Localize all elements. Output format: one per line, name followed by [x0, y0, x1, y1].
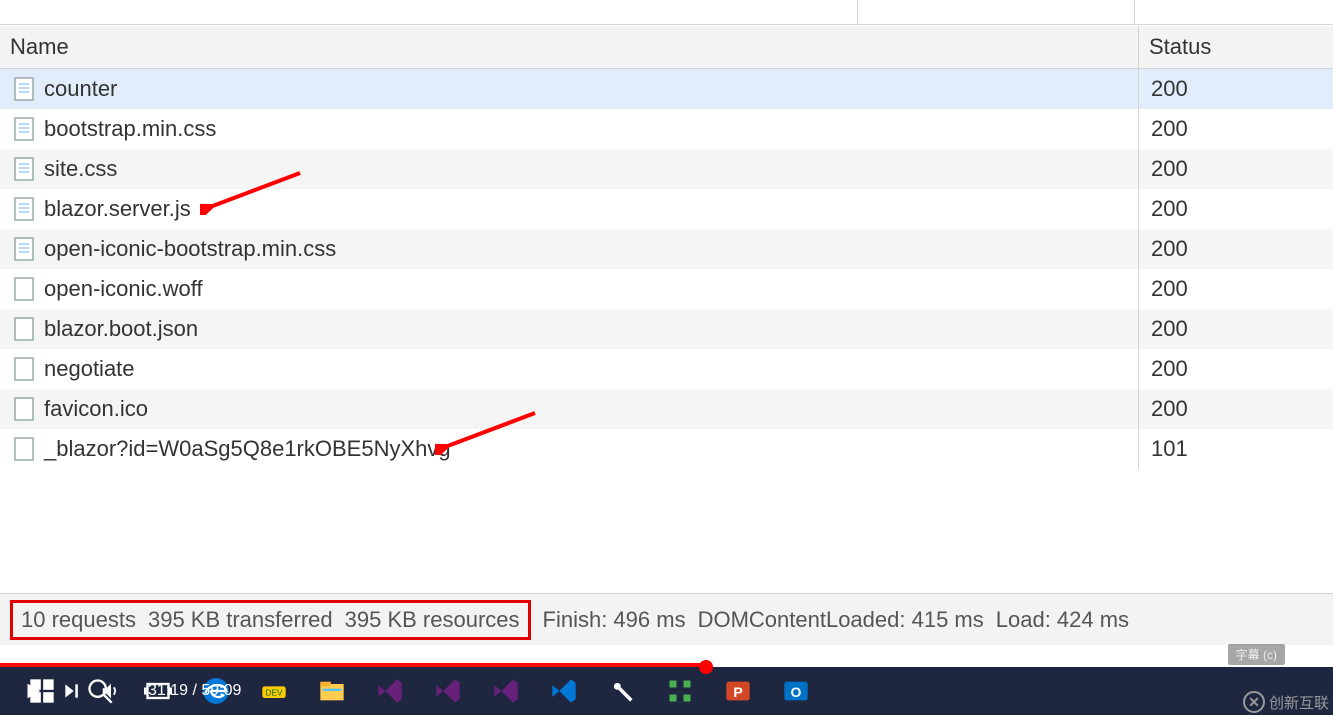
progress-knob[interactable] [699, 660, 713, 674]
file-icon [14, 117, 34, 141]
file-icon [14, 317, 34, 341]
request-name: blazor.boot.json [44, 316, 198, 342]
table-row[interactable]: blazor.server.js 200 [0, 189, 1333, 229]
progress-track[interactable] [0, 663, 1333, 667]
cell-name: bootstrap.min.css [0, 109, 1139, 149]
cell-status: 200 [1139, 316, 1333, 342]
watermark-icon: ✕ [1243, 691, 1265, 713]
summary-transferred: 395 KB transferred [148, 607, 333, 633]
tab-spacer [1135, 0, 1333, 24]
request-name: _blazor?id=W0aSg5Q8e1rkOBE5NyXhvg [44, 436, 451, 462]
file-icon [14, 397, 34, 421]
cell-status: 200 [1139, 76, 1333, 102]
request-name: open-iconic.woff [44, 276, 203, 302]
devtools-tab-strip [0, 0, 1333, 25]
next-button[interactable] [62, 681, 82, 701]
network-request-list: counter 200 bootstrap.min.css 200 site.css 20… [0, 69, 1333, 469]
cell-status: 200 [1139, 276, 1333, 302]
network-table-header: Name Status [0, 25, 1333, 69]
summary-resources: 395 KB resources [345, 607, 520, 633]
table-row[interactable]: open-iconic.woff 200 [0, 269, 1333, 309]
cell-name: counter [0, 69, 1139, 109]
request-name: counter [44, 76, 117, 102]
cell-name: open-iconic.woff [0, 269, 1139, 309]
cell-status: 200 [1139, 196, 1333, 222]
cell-status: 200 [1139, 236, 1333, 262]
watermark-text: 创新互联 [1269, 692, 1329, 713]
cell-status: 200 [1139, 156, 1333, 182]
request-name: favicon.ico [44, 396, 148, 422]
table-row[interactable]: blazor.boot.json 200 [0, 309, 1333, 349]
tab-spacer [0, 0, 858, 24]
column-header-status[interactable]: Status [1139, 26, 1333, 68]
request-name: bootstrap.min.css [44, 116, 216, 142]
table-row[interactable]: site.css 200 [0, 149, 1333, 189]
file-icon [14, 77, 34, 101]
highlight-box: 10 requests 395 KB transferred 395 KB re… [10, 600, 531, 640]
tab-spacer [858, 0, 1135, 24]
file-icon [14, 357, 34, 381]
file-icon [14, 237, 34, 261]
summary-finish: Finish: 496 ms [543, 607, 686, 633]
table-row[interactable]: favicon.ico 200 [0, 389, 1333, 429]
time-display: 31:19 / 59:09 [148, 682, 241, 700]
progress-fill [0, 663, 706, 667]
column-header-name[interactable]: Name [0, 26, 1139, 68]
file-icon [14, 277, 34, 301]
play-button[interactable] [22, 680, 44, 702]
cell-status: 200 [1139, 356, 1333, 382]
request-name: blazor.server.js [44, 196, 191, 222]
request-name: site.css [44, 156, 117, 182]
cell-name: blazor.server.js [0, 189, 1139, 229]
cell-name: negotiate [0, 349, 1139, 389]
cell-name: site.css [0, 149, 1139, 189]
cell-name: favicon.ico [0, 389, 1139, 429]
summary-load: Load: 424 ms [996, 607, 1129, 633]
cell-status: 200 [1139, 396, 1333, 422]
request-name: negotiate [44, 356, 135, 382]
cell-status: 101 [1139, 436, 1333, 462]
request-name: open-iconic-bootstrap.min.css [44, 236, 336, 262]
cell-status: 200 [1139, 116, 1333, 142]
table-row[interactable]: bootstrap.min.css 200 [0, 109, 1333, 149]
table-row[interactable]: negotiate 200 [0, 349, 1333, 389]
network-summary-bar: 10 requests 395 KB transferred 395 KB re… [0, 593, 1333, 645]
table-row[interactable]: _blazor?id=W0aSg5Q8e1rkOBE5NyXhvg 101 [0, 429, 1333, 469]
file-icon [14, 197, 34, 221]
table-row[interactable]: counter 200 [0, 69, 1333, 109]
summary-domcontentloaded: DOMContentLoaded: 415 ms [698, 607, 984, 633]
cell-name: blazor.boot.json [0, 309, 1139, 349]
file-icon [14, 157, 34, 181]
watermark: ✕ 创新互联 [1243, 691, 1329, 713]
subtitle-badge[interactable]: 字幕 (c) [1228, 644, 1285, 665]
summary-requests: 10 requests [21, 607, 136, 633]
table-row[interactable]: open-iconic-bootstrap.min.css 200 [0, 229, 1333, 269]
volume-button[interactable] [100, 680, 122, 702]
file-icon [14, 437, 34, 461]
cell-name: _blazor?id=W0aSg5Q8e1rkOBE5NyXhvg [0, 429, 1139, 469]
video-controls: 31:19 / 59:09 [0, 667, 1333, 715]
cell-name: open-iconic-bootstrap.min.css [0, 229, 1139, 269]
